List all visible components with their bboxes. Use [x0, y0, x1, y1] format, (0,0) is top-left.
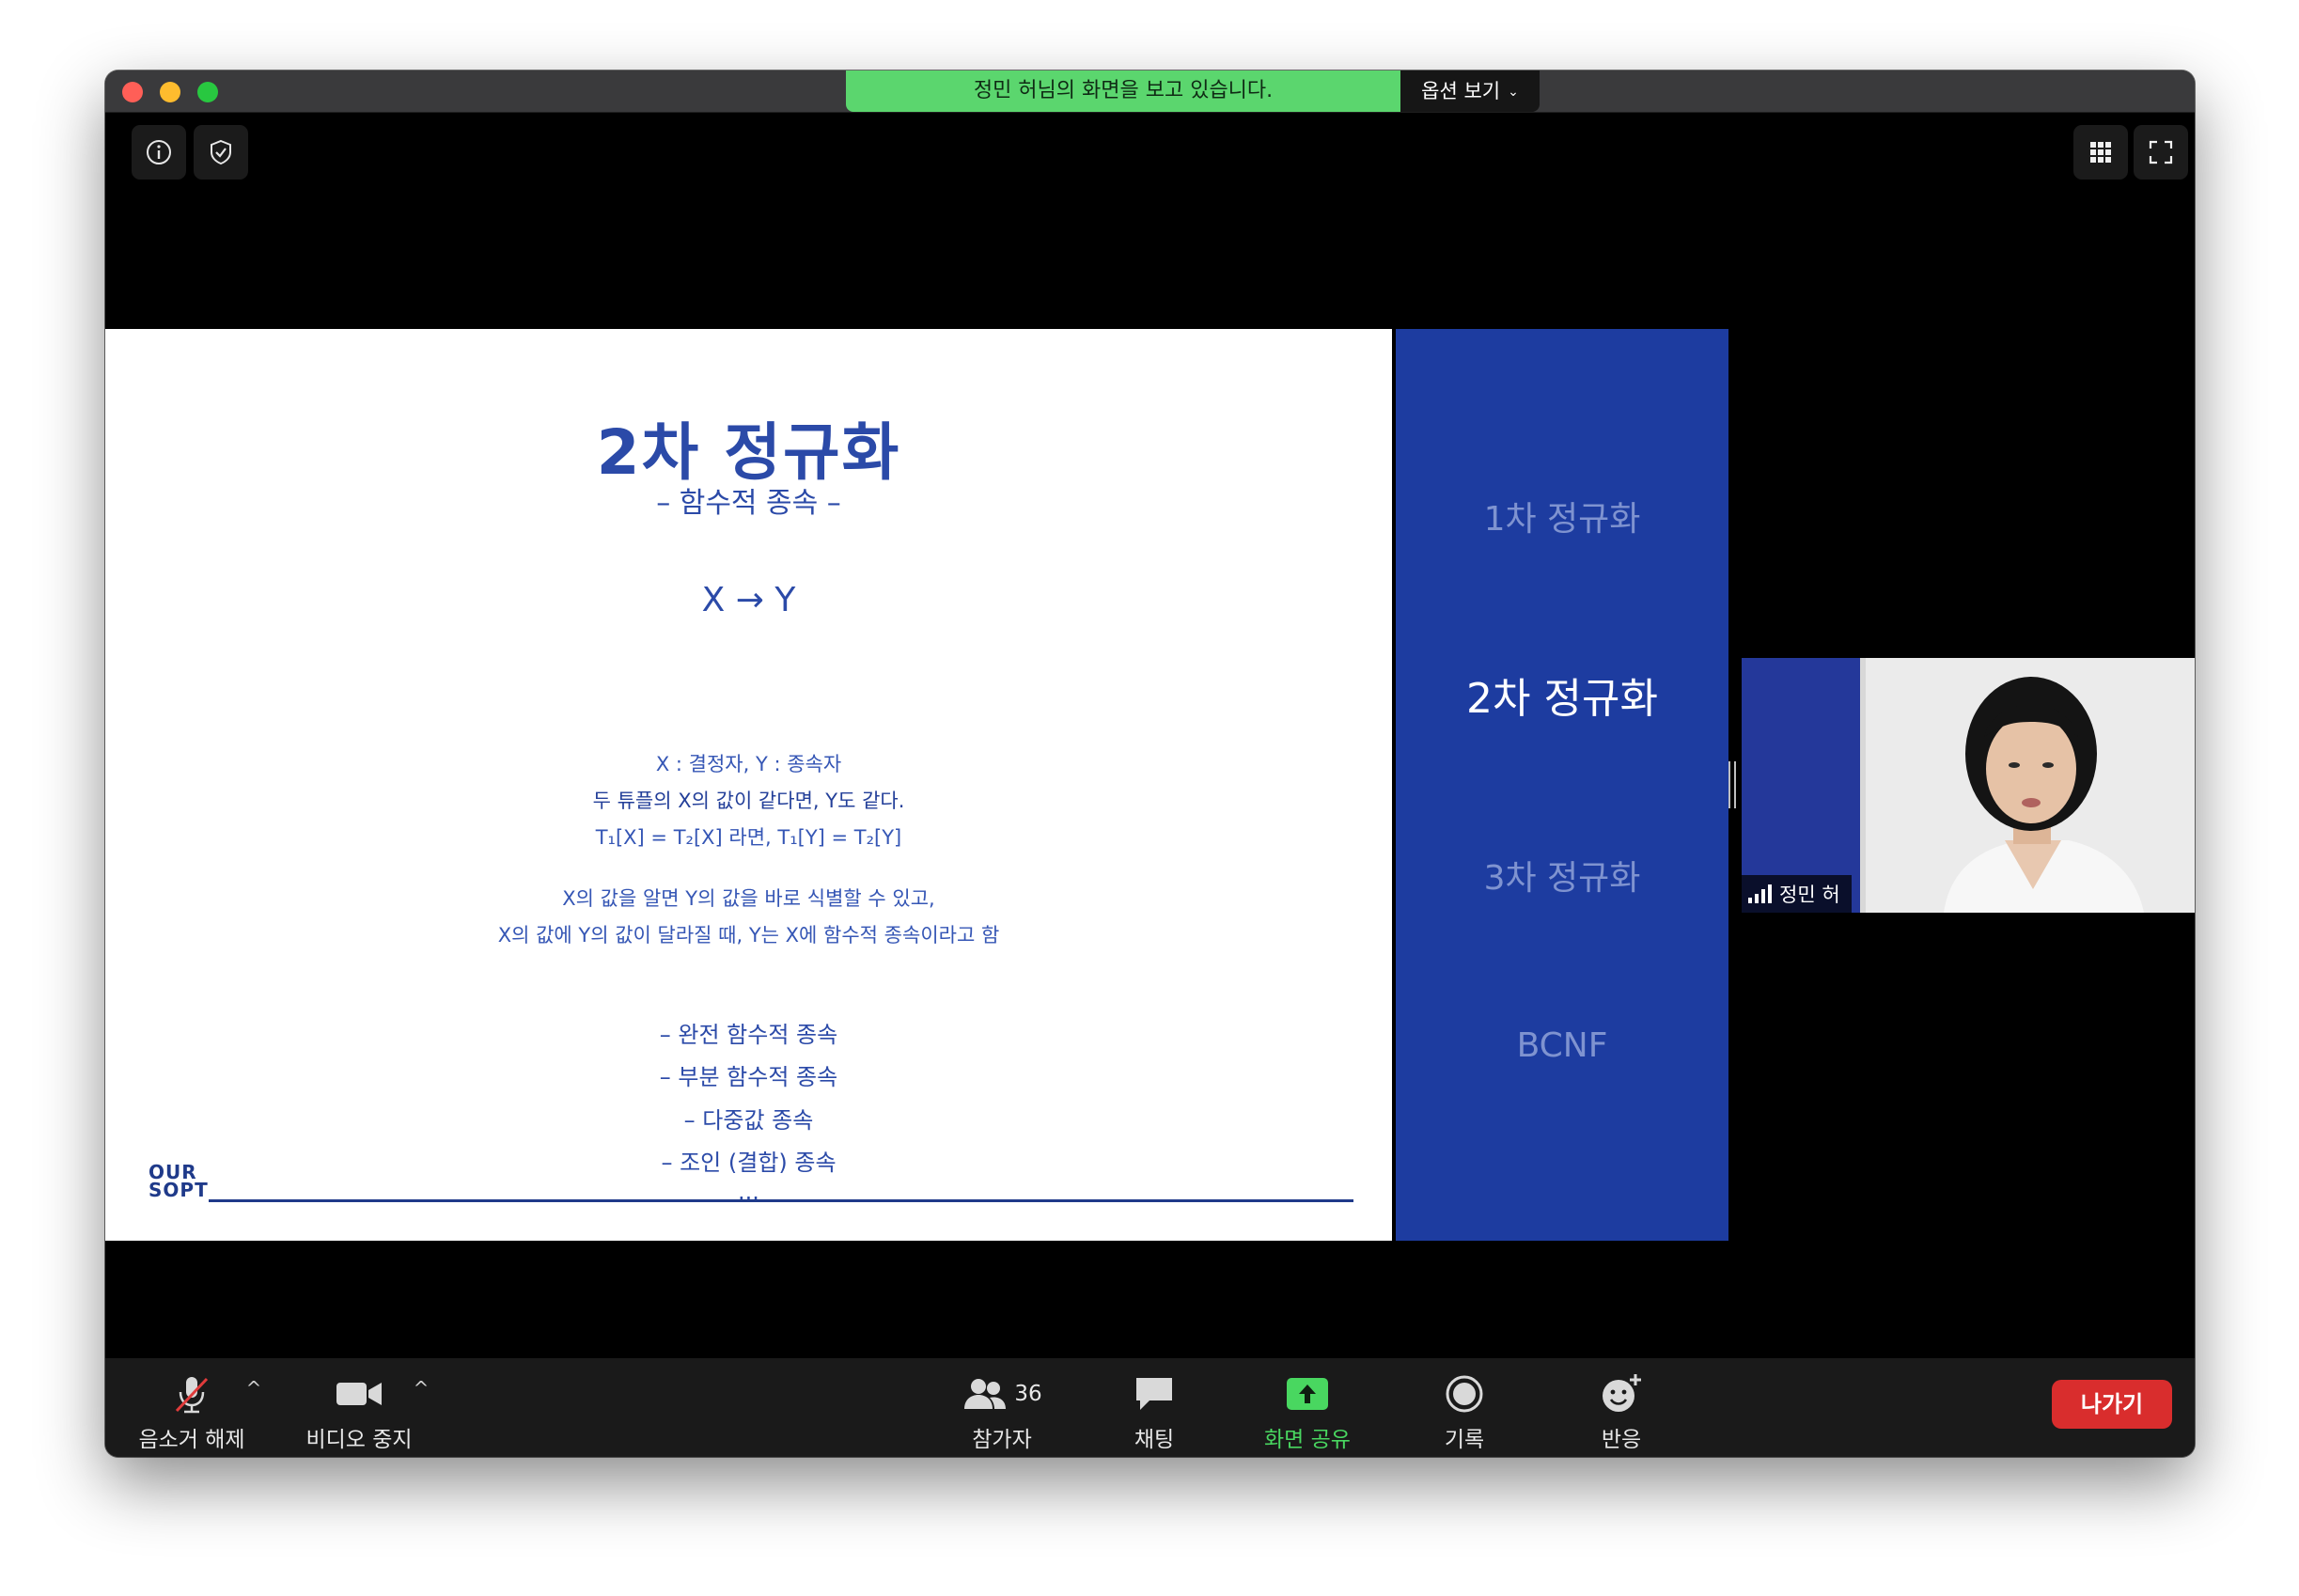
slide-subtitle: – 함수적 종속 –	[656, 487, 841, 520]
slide-text-line: X의 값을 알면 Y의 값을 바로 식별할 수 있고,	[562, 887, 935, 910]
slide-list-item: – 부분 함수적 종속	[659, 1064, 838, 1090]
unmute-button[interactable]: 음소거 해제	[126, 1368, 258, 1452]
record-button[interactable]: 기록	[1399, 1368, 1530, 1452]
unmute-label: 음소거 해제	[138, 1428, 245, 1452]
view-options-button[interactable]: 옵션 보기 ⌄	[1400, 70, 1540, 112]
stop-video-button[interactable]: 비디오 중지	[293, 1368, 425, 1452]
meeting-info-button[interactable]	[132, 125, 186, 180]
meeting-controls: 음소거 해제 ^ 비디오 중지 ^ 36 참가자 채팅 화면 공유 기록 반응	[105, 1358, 2195, 1457]
slide-text-line: T₁[X] = T₂[X] 라면, T₁[Y] = T₂[Y]	[595, 826, 902, 849]
signal-strength-icon	[1748, 884, 1772, 903]
slide-list-item: – 완전 함수적 종속	[659, 1022, 838, 1048]
sidebar-item-bcnf: BCNF	[1516, 1026, 1608, 1065]
smiley-add-icon	[1603, 1374, 1641, 1412]
participant-video[interactable]: 정민 허	[1742, 658, 2195, 913]
participants-label: 참가자	[972, 1428, 1032, 1452]
security-button[interactable]	[194, 125, 248, 180]
video-options-caret[interactable]: ^	[410, 1377, 432, 1400]
chat-button[interactable]: 채팅	[1088, 1368, 1220, 1452]
slide-text-line: X : 결정자, Y : 종속자	[655, 753, 842, 775]
title-bar: 정민 허님의 화면을 보고 있습니다. 옵션 보기 ⌄	[105, 70, 2195, 113]
fullscreen-button[interactable]	[2134, 125, 2188, 180]
maximize-window-button[interactable]	[197, 82, 218, 102]
slide-logo-line: SOPT	[149, 1179, 209, 1201]
grid-icon	[2090, 142, 2111, 163]
screen-share-banner: 정민 허님의 화면을 보고 있습니다.	[846, 70, 1400, 112]
video-camera-icon	[336, 1383, 382, 1405]
slide-text-line: 두 튜플의 X의 값이 같다면, Y도 같다.	[592, 790, 905, 812]
panel-resize-handle[interactable]	[1728, 761, 1736, 808]
sidebar-item-3nf: 3차 정규화	[1483, 859, 1641, 898]
share-screen-button[interactable]: 화면 공유	[1242, 1368, 1373, 1452]
record-label: 기록	[1444, 1428, 1485, 1452]
participants-count: 36	[1014, 1382, 1042, 1406]
slide-formula: X → Y	[701, 581, 796, 619]
shield-check-icon	[211, 139, 231, 165]
share-screen-icon	[1287, 1378, 1328, 1410]
reactions-label: 반응	[1601, 1428, 1642, 1452]
fullscreen-icon	[2149, 140, 2173, 164]
shared-slide: 2차 정규화 – 함수적 종속 – X → Y X : 결정자, Y : 종속자…	[105, 329, 1392, 1241]
slide-list-item: – 조인 (결합) 종속	[661, 1150, 837, 1176]
slide-text-line: X의 값에 Y의 값이 달라질 때, Y는 X에 함수적 종속이라고 함	[497, 924, 1000, 947]
audio-options-caret[interactable]: ^	[242, 1377, 265, 1400]
participant-name-tag: 정민 허	[1742, 875, 1852, 913]
zoom-window: 정민 허님의 화면을 보고 있습니다. 옵션 보기 ⌄ 2차 정규화 – 함수적 …	[105, 70, 2195, 1457]
sidebar-item-2nf: 2차 정규화	[1466, 675, 1658, 723]
stop-video-label: 비디오 중지	[305, 1428, 413, 1452]
gallery-view-button[interactable]	[2073, 125, 2128, 180]
slide-logo: OUR SOPT	[149, 1163, 209, 1201]
chevron-down-icon: ⌄	[1508, 85, 1519, 100]
chat-label: 채팅	[1134, 1428, 1175, 1452]
chat-bubble-icon	[1136, 1378, 1172, 1410]
slide-list-item: – 다중값 종속	[683, 1107, 814, 1134]
view-options-label: 옵션 보기	[1421, 80, 1501, 102]
close-window-button[interactable]	[122, 82, 143, 102]
minimize-window-button[interactable]	[160, 82, 180, 102]
leave-meeting-button[interactable]: 나가기	[2052, 1380, 2172, 1429]
info-icon	[147, 140, 171, 164]
sidebar-item-1nf: 1차 정규화	[1483, 500, 1641, 539]
share-screen-label: 화면 공유	[1264, 1428, 1351, 1452]
slide-sidebar: 1차 정규화 2차 정규화 3차 정규화 BCNF	[1396, 329, 1728, 1241]
microphone-muted-icon	[175, 1377, 209, 1414]
slide-footer-rule	[209, 1199, 1353, 1202]
participants-button[interactable]: 36 참가자	[936, 1368, 1068, 1452]
participants-icon	[964, 1379, 1007, 1409]
reactions-button[interactable]: 반응	[1556, 1368, 1687, 1452]
record-icon	[1446, 1375, 1483, 1413]
participant-name: 정민 허	[1779, 884, 1840, 906]
